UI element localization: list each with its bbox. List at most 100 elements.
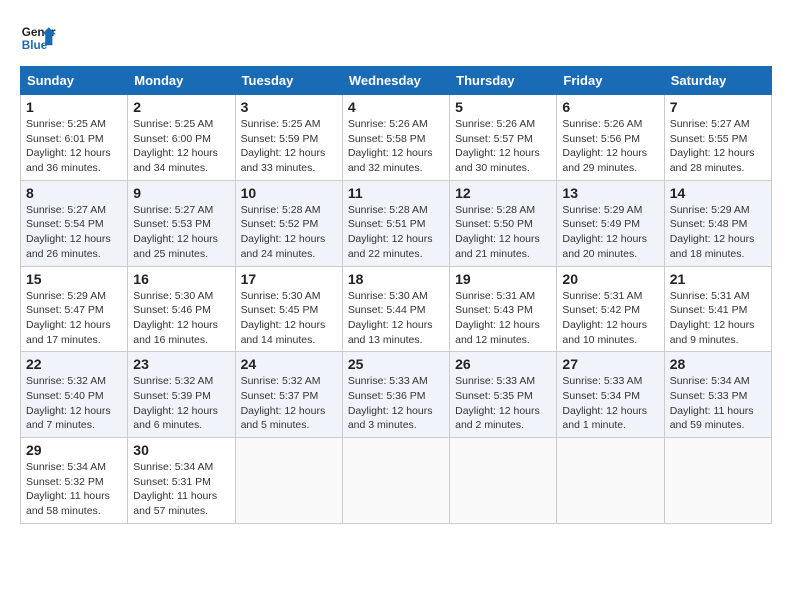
day-info: Sunrise: 5:31 AM Sunset: 5:41 PM Dayligh… bbox=[670, 289, 766, 348]
calendar-cell bbox=[235, 438, 342, 524]
day-number: 21 bbox=[670, 271, 766, 287]
logo-icon: General Blue bbox=[20, 20, 56, 56]
column-header-monday: Monday bbox=[128, 67, 235, 95]
calendar-header-row: SundayMondayTuesdayWednesdayThursdayFrid… bbox=[21, 67, 772, 95]
day-info: Sunrise: 5:34 AM Sunset: 5:32 PM Dayligh… bbox=[26, 460, 122, 519]
calendar-cell: 29 Sunrise: 5:34 AM Sunset: 5:32 PM Dayli… bbox=[21, 438, 128, 524]
day-info: Sunrise: 5:34 AM Sunset: 5:31 PM Dayligh… bbox=[133, 460, 229, 519]
calendar-week-row: 8 Sunrise: 5:27 AM Sunset: 5:54 PM Daylig… bbox=[21, 180, 772, 266]
calendar-cell: 28 Sunrise: 5:34 AM Sunset: 5:33 PM Dayli… bbox=[664, 352, 771, 438]
day-info: Sunrise: 5:32 AM Sunset: 5:39 PM Dayligh… bbox=[133, 374, 229, 433]
column-header-thursday: Thursday bbox=[450, 67, 557, 95]
calendar-cell: 26 Sunrise: 5:33 AM Sunset: 5:35 PM Dayli… bbox=[450, 352, 557, 438]
calendar-cell bbox=[450, 438, 557, 524]
calendar-cell: 23Sunrise: 5:32 AM Sunset: 5:39 PM Dayli… bbox=[128, 352, 235, 438]
day-number: 10 bbox=[241, 185, 337, 201]
calendar-week-row: 22 Sunrise: 5:32 AM Sunset: 5:40 PM Dayli… bbox=[21, 352, 772, 438]
day-info: Sunrise: 5:27 AM Sunset: 5:55 PM Dayligh… bbox=[670, 117, 766, 176]
calendar-cell: 1 Sunrise: 5:25 AM Sunset: 6:01 PM Daylig… bbox=[21, 95, 128, 181]
calendar-cell: 17 Sunrise: 5:30 AM Sunset: 5:45 PM Dayli… bbox=[235, 266, 342, 352]
day-number: 8 bbox=[26, 185, 122, 201]
calendar-cell: 12Sunrise: 5:28 AM Sunset: 5:50 PM Dayli… bbox=[450, 180, 557, 266]
calendar-cell: 16Sunrise: 5:30 AM Sunset: 5:46 PM Dayli… bbox=[128, 266, 235, 352]
day-number: 29 bbox=[26, 442, 122, 458]
day-info: Sunrise: 5:30 AM Sunset: 5:45 PM Dayligh… bbox=[241, 289, 337, 348]
calendar-cell: 30 Sunrise: 5:34 AM Sunset: 5:31 PM Dayli… bbox=[128, 438, 235, 524]
day-info: Sunrise: 5:28 AM Sunset: 5:51 PM Dayligh… bbox=[348, 203, 444, 262]
day-number: 22 bbox=[26, 356, 122, 372]
day-info: Sunrise: 5:27 AM Sunset: 5:54 PM Dayligh… bbox=[26, 203, 122, 262]
day-info: Sunrise: 5:26 AM Sunset: 5:56 PM Dayligh… bbox=[562, 117, 658, 176]
calendar-cell bbox=[557, 438, 664, 524]
page-header: General Blue bbox=[20, 20, 772, 56]
day-number: 11 bbox=[348, 185, 444, 201]
day-number: 17 bbox=[241, 271, 337, 287]
day-info: Sunrise: 5:33 AM Sunset: 5:34 PM Dayligh… bbox=[562, 374, 658, 433]
day-number: 24 bbox=[241, 356, 337, 372]
day-info: Sunrise: 5:31 AM Sunset: 5:43 PM Dayligh… bbox=[455, 289, 551, 348]
calendar-cell: 14 Sunrise: 5:29 AM Sunset: 5:48 PM Dayli… bbox=[664, 180, 771, 266]
day-number: 30 bbox=[133, 442, 229, 458]
day-info: Sunrise: 5:32 AM Sunset: 5:40 PM Dayligh… bbox=[26, 374, 122, 433]
day-info: Sunrise: 5:25 AM Sunset: 6:00 PM Dayligh… bbox=[133, 117, 229, 176]
calendar-cell: 27 Sunrise: 5:33 AM Sunset: 5:34 PM Dayli… bbox=[557, 352, 664, 438]
calendar-cell: 22 Sunrise: 5:32 AM Sunset: 5:40 PM Dayli… bbox=[21, 352, 128, 438]
day-number: 20 bbox=[562, 271, 658, 287]
day-info: Sunrise: 5:26 AM Sunset: 5:57 PM Dayligh… bbox=[455, 117, 551, 176]
calendar-table: SundayMondayTuesdayWednesdayThursdayFrid… bbox=[20, 66, 772, 524]
day-info: Sunrise: 5:32 AM Sunset: 5:37 PM Dayligh… bbox=[241, 374, 337, 433]
calendar-cell: 18 Sunrise: 5:30 AM Sunset: 5:44 PM Dayli… bbox=[342, 266, 449, 352]
calendar-cell: 21 Sunrise: 5:31 AM Sunset: 5:41 PM Dayli… bbox=[664, 266, 771, 352]
day-number: 4 bbox=[348, 99, 444, 115]
day-number: 2 bbox=[133, 99, 229, 115]
day-info: Sunrise: 5:33 AM Sunset: 5:35 PM Dayligh… bbox=[455, 374, 551, 433]
day-number: 26 bbox=[455, 356, 551, 372]
calendar-cell: 25Sunrise: 5:33 AM Sunset: 5:36 PM Dayli… bbox=[342, 352, 449, 438]
calendar-cell: 24 Sunrise: 5:32 AM Sunset: 5:37 PM Dayli… bbox=[235, 352, 342, 438]
calendar-cell: 9 Sunrise: 5:27 AM Sunset: 5:53 PM Daylig… bbox=[128, 180, 235, 266]
day-number: 27 bbox=[562, 356, 658, 372]
calendar-cell: 7 Sunrise: 5:27 AM Sunset: 5:55 PM Daylig… bbox=[664, 95, 771, 181]
day-number: 14 bbox=[670, 185, 766, 201]
calendar-cell: 20 Sunrise: 5:31 AM Sunset: 5:42 PM Dayli… bbox=[557, 266, 664, 352]
day-info: Sunrise: 5:33 AM Sunset: 5:36 PM Dayligh… bbox=[348, 374, 444, 433]
day-number: 9 bbox=[133, 185, 229, 201]
day-info: Sunrise: 5:25 AM Sunset: 5:59 PM Dayligh… bbox=[241, 117, 337, 176]
calendar-cell bbox=[342, 438, 449, 524]
column-header-friday: Friday bbox=[557, 67, 664, 95]
calendar-cell: 10 Sunrise: 5:28 AM Sunset: 5:52 PM Dayli… bbox=[235, 180, 342, 266]
calendar-week-row: 15Sunrise: 5:29 AM Sunset: 5:47 PM Dayli… bbox=[21, 266, 772, 352]
calendar-cell: 19Sunrise: 5:31 AM Sunset: 5:43 PM Dayli… bbox=[450, 266, 557, 352]
calendar-cell: 13 Sunrise: 5:29 AM Sunset: 5:49 PM Dayli… bbox=[557, 180, 664, 266]
column-header-wednesday: Wednesday bbox=[342, 67, 449, 95]
day-info: Sunrise: 5:30 AM Sunset: 5:44 PM Dayligh… bbox=[348, 289, 444, 348]
day-info: Sunrise: 5:25 AM Sunset: 6:01 PM Dayligh… bbox=[26, 117, 122, 176]
day-info: Sunrise: 5:31 AM Sunset: 5:42 PM Dayligh… bbox=[562, 289, 658, 348]
day-number: 1 bbox=[26, 99, 122, 115]
day-info: Sunrise: 5:29 AM Sunset: 5:47 PM Dayligh… bbox=[26, 289, 122, 348]
day-info: Sunrise: 5:26 AM Sunset: 5:58 PM Dayligh… bbox=[348, 117, 444, 176]
calendar-cell: 3 Sunrise: 5:25 AM Sunset: 5:59 PM Daylig… bbox=[235, 95, 342, 181]
day-info: Sunrise: 5:29 AM Sunset: 5:49 PM Dayligh… bbox=[562, 203, 658, 262]
day-number: 5 bbox=[455, 99, 551, 115]
calendar-cell: 2 Sunrise: 5:25 AM Sunset: 6:00 PM Daylig… bbox=[128, 95, 235, 181]
day-info: Sunrise: 5:28 AM Sunset: 5:50 PM Dayligh… bbox=[455, 203, 551, 262]
calendar-cell: 15Sunrise: 5:29 AM Sunset: 5:47 PM Dayli… bbox=[21, 266, 128, 352]
svg-text:Blue: Blue bbox=[22, 39, 48, 52]
day-info: Sunrise: 5:27 AM Sunset: 5:53 PM Dayligh… bbox=[133, 203, 229, 262]
calendar-week-row: 29 Sunrise: 5:34 AM Sunset: 5:32 PM Dayli… bbox=[21, 438, 772, 524]
calendar-cell bbox=[664, 438, 771, 524]
calendar-cell: 11 Sunrise: 5:28 AM Sunset: 5:51 PM Dayli… bbox=[342, 180, 449, 266]
day-info: Sunrise: 5:34 AM Sunset: 5:33 PM Dayligh… bbox=[670, 374, 766, 433]
day-number: 3 bbox=[241, 99, 337, 115]
column-header-tuesday: Tuesday bbox=[235, 67, 342, 95]
day-number: 13 bbox=[562, 185, 658, 201]
calendar-week-row: 1 Sunrise: 5:25 AM Sunset: 6:01 PM Daylig… bbox=[21, 95, 772, 181]
day-number: 28 bbox=[670, 356, 766, 372]
day-info: Sunrise: 5:30 AM Sunset: 5:46 PM Dayligh… bbox=[133, 289, 229, 348]
day-number: 7 bbox=[670, 99, 766, 115]
calendar-cell: 6Sunrise: 5:26 AM Sunset: 5:56 PM Daylig… bbox=[557, 95, 664, 181]
day-number: 18 bbox=[348, 271, 444, 287]
day-info: Sunrise: 5:29 AM Sunset: 5:48 PM Dayligh… bbox=[670, 203, 766, 262]
day-info: Sunrise: 5:28 AM Sunset: 5:52 PM Dayligh… bbox=[241, 203, 337, 262]
